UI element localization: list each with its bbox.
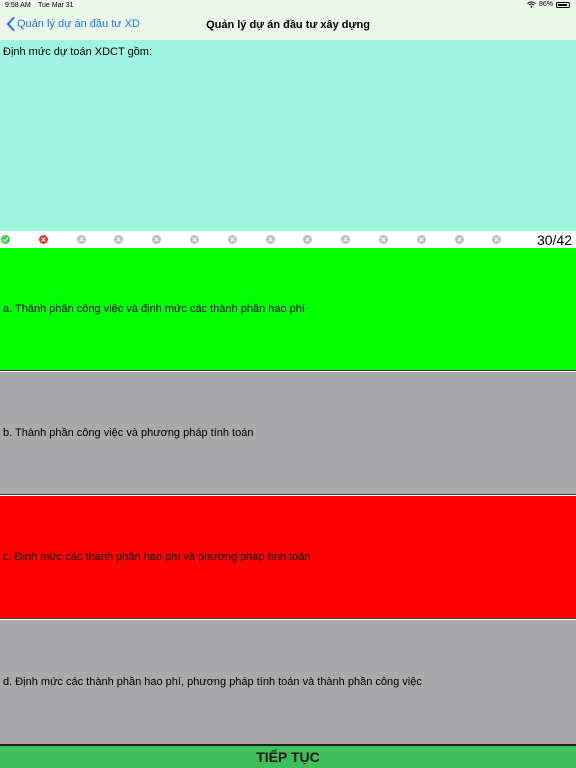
progress-dot-unanswered[interactable]: [454, 235, 464, 244]
next-button[interactable]: TIẾP TỤC: [0, 746, 576, 768]
progress-row: 30/42: [0, 231, 576, 248]
status-time: 9:58 AM: [5, 2, 31, 9]
answer-option-d[interactable]: d. Định mức các thành phần hao phí, phươ…: [0, 620, 576, 744]
progress-dot-unanswered[interactable]: [152, 235, 162, 244]
answer-option-d-label: d. Định mức các thành phần hao phí, phươ…: [3, 676, 422, 688]
question-panel: Định mức dự toán XDCT gồm:: [0, 40, 576, 231]
progress-dot-unanswered[interactable]: [492, 235, 502, 244]
answer-option-a-label: a. Thành phần công việc và định mức các …: [3, 303, 305, 315]
answer-option-b[interactable]: b. Thành phần công việc và phương pháp t…: [0, 372, 576, 495]
status-indicators: 86%: [527, 1, 570, 8]
progress-dot-unanswered[interactable]: [303, 235, 313, 244]
progress-dot-unanswered[interactable]: [416, 235, 426, 244]
battery-icon: [556, 1, 570, 8]
answer-option-c[interactable]: c. Định mức các thành phần hao phí và ph…: [0, 496, 576, 619]
status-date: Tue Mar 31: [38, 2, 74, 9]
progress-dot-unanswered[interactable]: [265, 235, 275, 244]
progress-dot-unanswered[interactable]: [227, 235, 237, 244]
battery-fill: [558, 3, 567, 6]
question-text: Định mức dự toán XDCT gồm:: [3, 46, 153, 58]
answer-option-c-label: c. Định mức các thành phần hao phí và ph…: [3, 551, 311, 563]
progress-dot-wrong[interactable]: [38, 235, 48, 244]
navigation-bar: Quản lý dự án đầu tư XD Quản lý dự án đầ…: [0, 11, 576, 40]
progress-dot-correct[interactable]: [1, 235, 10, 244]
battery-percent: 86%: [538, 1, 553, 8]
progress-dot-unanswered[interactable]: [114, 235, 124, 244]
progress-dot-unanswered[interactable]: [341, 235, 351, 244]
progress-dot-unanswered[interactable]: [190, 235, 199, 244]
answer-option-b-label: b. Thành phần công việc và phương pháp t…: [3, 427, 254, 439]
wifi-icon: [527, 1, 536, 8]
page-title: Quản lý dự án đầu tư xây dựng: [206, 19, 370, 31]
status-bar: 9:58 AM Tue Mar 31 86%: [0, 0, 576, 11]
question-counter: 30/42: [536, 232, 572, 248]
progress-dot-unanswered[interactable]: [76, 235, 86, 244]
answer-option-a[interactable]: a. Thành phần công việc và định mức các …: [0, 248, 576, 371]
progress-dot-unanswered[interactable]: [379, 235, 388, 244]
